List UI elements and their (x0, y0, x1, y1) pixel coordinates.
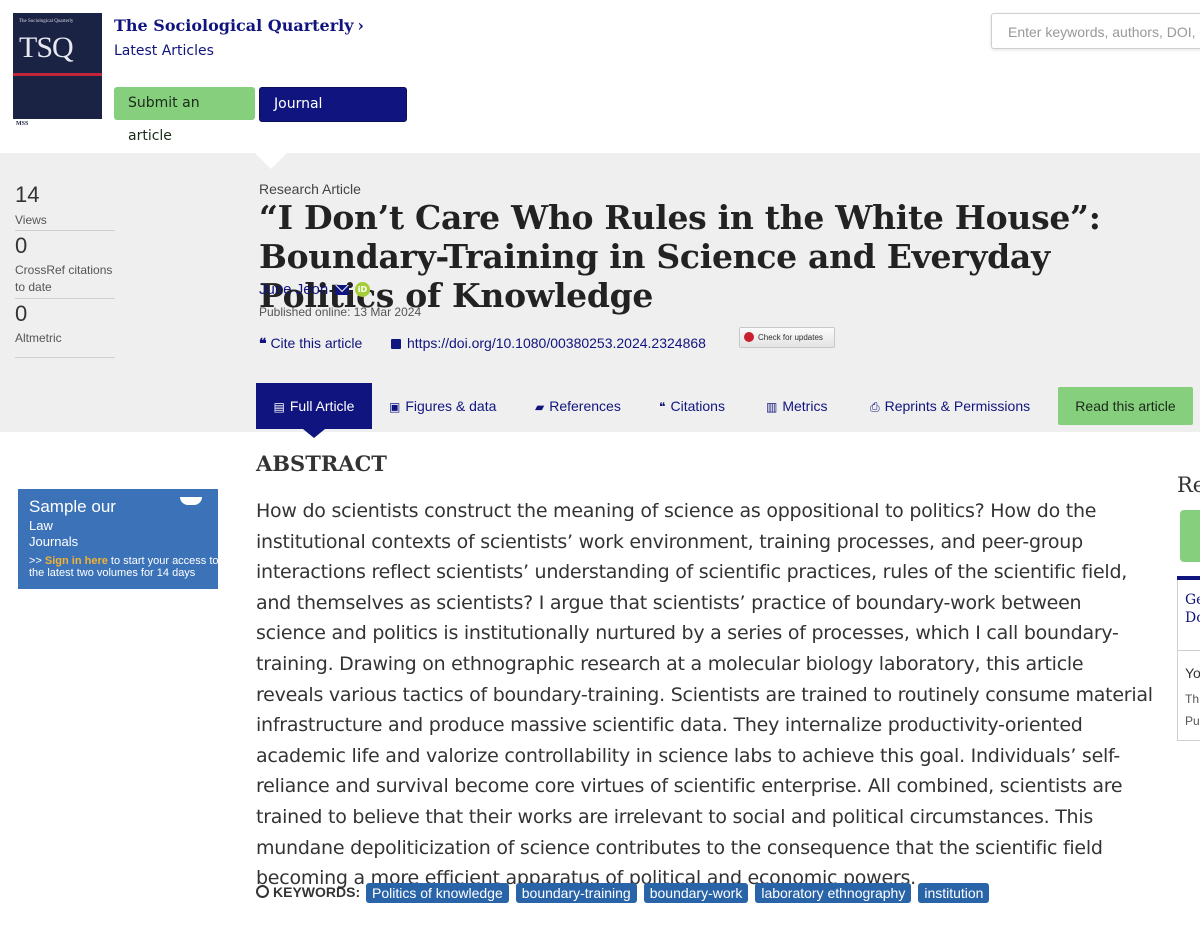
ad-law: Law (29, 518, 53, 533)
keyword-tag[interactable]: boundary-training (515, 883, 637, 903)
cite-label: Cite this article (270, 335, 363, 351)
keywords-label-text: KEYWORDS: (273, 884, 361, 900)
keyword-tag[interactable]: institution (918, 883, 990, 903)
active-tab-pointer (303, 429, 325, 438)
right-panel-link[interactable]: Ge Do (1185, 591, 1200, 627)
sample-law-journals-ad[interactable]: Sample our Law Journals >> Sign in here … (18, 489, 219, 589)
journal-cover-image[interactable]: The Sociological Quarterly TSQ MSS (13, 13, 102, 133)
views-label: Views (15, 213, 47, 227)
metric-divider (15, 298, 115, 299)
ad-prefix: >> (29, 555, 45, 567)
chevron-right-icon: › (357, 16, 364, 35)
right-panel-link-line: Ge (1185, 592, 1200, 608)
journal-title-text: The Sociological Quarterly (114, 16, 354, 35)
tab-figures-data[interactable]: ▣ Figures & data (389, 383, 496, 429)
quote-icon: ❝ (259, 335, 267, 351)
altmetric-label: Altmetric (15, 331, 62, 345)
tab-label: References (549, 398, 621, 414)
ad-journals: Journals (29, 534, 79, 549)
header-notch (255, 153, 287, 169)
tab-label: Citations (670, 398, 725, 414)
published-date: Published online: 13 Mar 2024 (259, 305, 422, 319)
crossref-label: CrossRef citations to date (15, 263, 113, 294)
tab-metrics[interactable]: ▥ Metrics (766, 383, 827, 429)
right-panel-heading: Re (1177, 473, 1200, 497)
check-updates-label: Check for updates (758, 333, 823, 342)
tab-label: Figures & data (405, 398, 497, 414)
crossmark-icon (744, 332, 754, 342)
latest-articles-link[interactable]: Latest Articles (114, 43, 214, 59)
keyword-tag[interactable]: Politics of knowledge (366, 883, 509, 903)
author-link[interactable]: June Jeon (259, 281, 328, 298)
journal-homepage-button[interactable]: Journal homepage (259, 87, 407, 145)
tab-label: Metrics (782, 398, 828, 414)
right-panel-link-line: Do (1185, 610, 1200, 626)
orcid-icon[interactable]: iD (355, 282, 370, 297)
keyword-tag[interactable]: boundary-work (643, 883, 749, 903)
doi-text: https://doi.org/10.1080/00380253.2024.23… (407, 335, 706, 351)
article-title: “I Don’t Care Who Rules in the White Hou… (259, 198, 1101, 315)
file-icon: ▤ (273, 400, 285, 414)
print-icon: ⎙ (870, 400, 880, 414)
tab-citations[interactable]: ❝ Citations (659, 383, 725, 429)
search-box (991, 13, 1200, 49)
right-panel-text: Yo (1185, 665, 1200, 681)
external-link-icon (391, 339, 401, 349)
quote-icon: ❝ (659, 400, 666, 414)
tab-label: Reprints & Permissions (884, 398, 1031, 414)
crossref-count: 0 (15, 233, 28, 258)
altmetric-count: 0 (15, 301, 28, 326)
metric-divider (15, 230, 115, 231)
tab-label: Full Article (289, 398, 355, 414)
journal-title-link[interactable]: The Sociological Quarterly › (114, 16, 364, 35)
right-panel-green-button[interactable] (1180, 510, 1200, 562)
cite-article-link[interactable]: ❝ Cite this article (259, 335, 362, 352)
abstract-heading: ABSTRACT (256, 451, 387, 476)
bar-chart-icon: ▥ (766, 400, 778, 414)
ad-line-2: Law Journals (29, 518, 78, 550)
ad-line-1: Sample our (29, 497, 116, 516)
right-panel-subtext-line: Pu (1185, 714, 1200, 728)
read-article-button[interactable]: Read this article (1058, 387, 1193, 425)
cover-footer: MSS (13, 119, 102, 133)
cover-stripe (13, 73, 102, 76)
right-panel-subtext: Th Pu (1185, 688, 1200, 732)
tab-reprints-permissions[interactable]: ⎙ Reprints & Permissions (870, 383, 1030, 429)
search-input[interactable] (1006, 23, 1200, 41)
doi-link[interactable]: https://doi.org/10.1080/00380253.2024.23… (391, 335, 706, 351)
tab-full-article[interactable]: ▤ Full Article (256, 383, 372, 429)
gavel-icon (180, 497, 202, 505)
check-updates-button[interactable]: Check for updates (739, 327, 835, 348)
search-icon (256, 885, 269, 898)
right-panel-divider (1177, 650, 1200, 651)
abstract-text: How do scientists construct the meaning … (256, 500, 1153, 890)
article-type: Research Article (259, 181, 361, 197)
publisher-mark: MSS (16, 121, 29, 127)
keyword-tag[interactable]: laboratory ethnography (755, 883, 912, 903)
ad-sign-in: Sign in here (44, 555, 108, 567)
cover-small-text: The Sociological Quarterly (19, 19, 74, 24)
views-count: 14 (15, 182, 40, 207)
tab-references[interactable]: ▰ References (535, 383, 621, 429)
book-icon: ▰ (535, 400, 545, 414)
mail-icon[interactable] (335, 285, 349, 295)
submit-article-button[interactable]: Submit an article (114, 87, 255, 144)
right-panel-subtext-line: Th (1185, 692, 1200, 706)
metric-divider (15, 357, 115, 358)
cover-big-text: TSQ (19, 31, 74, 64)
image-icon: ▣ (389, 400, 401, 414)
keywords-label: KEYWORDS: (256, 884, 360, 900)
keywords-list: Politics of knowledge boundary-training … (366, 883, 990, 903)
ad-cta: >> Sign in here to start your access to … (29, 555, 219, 579)
